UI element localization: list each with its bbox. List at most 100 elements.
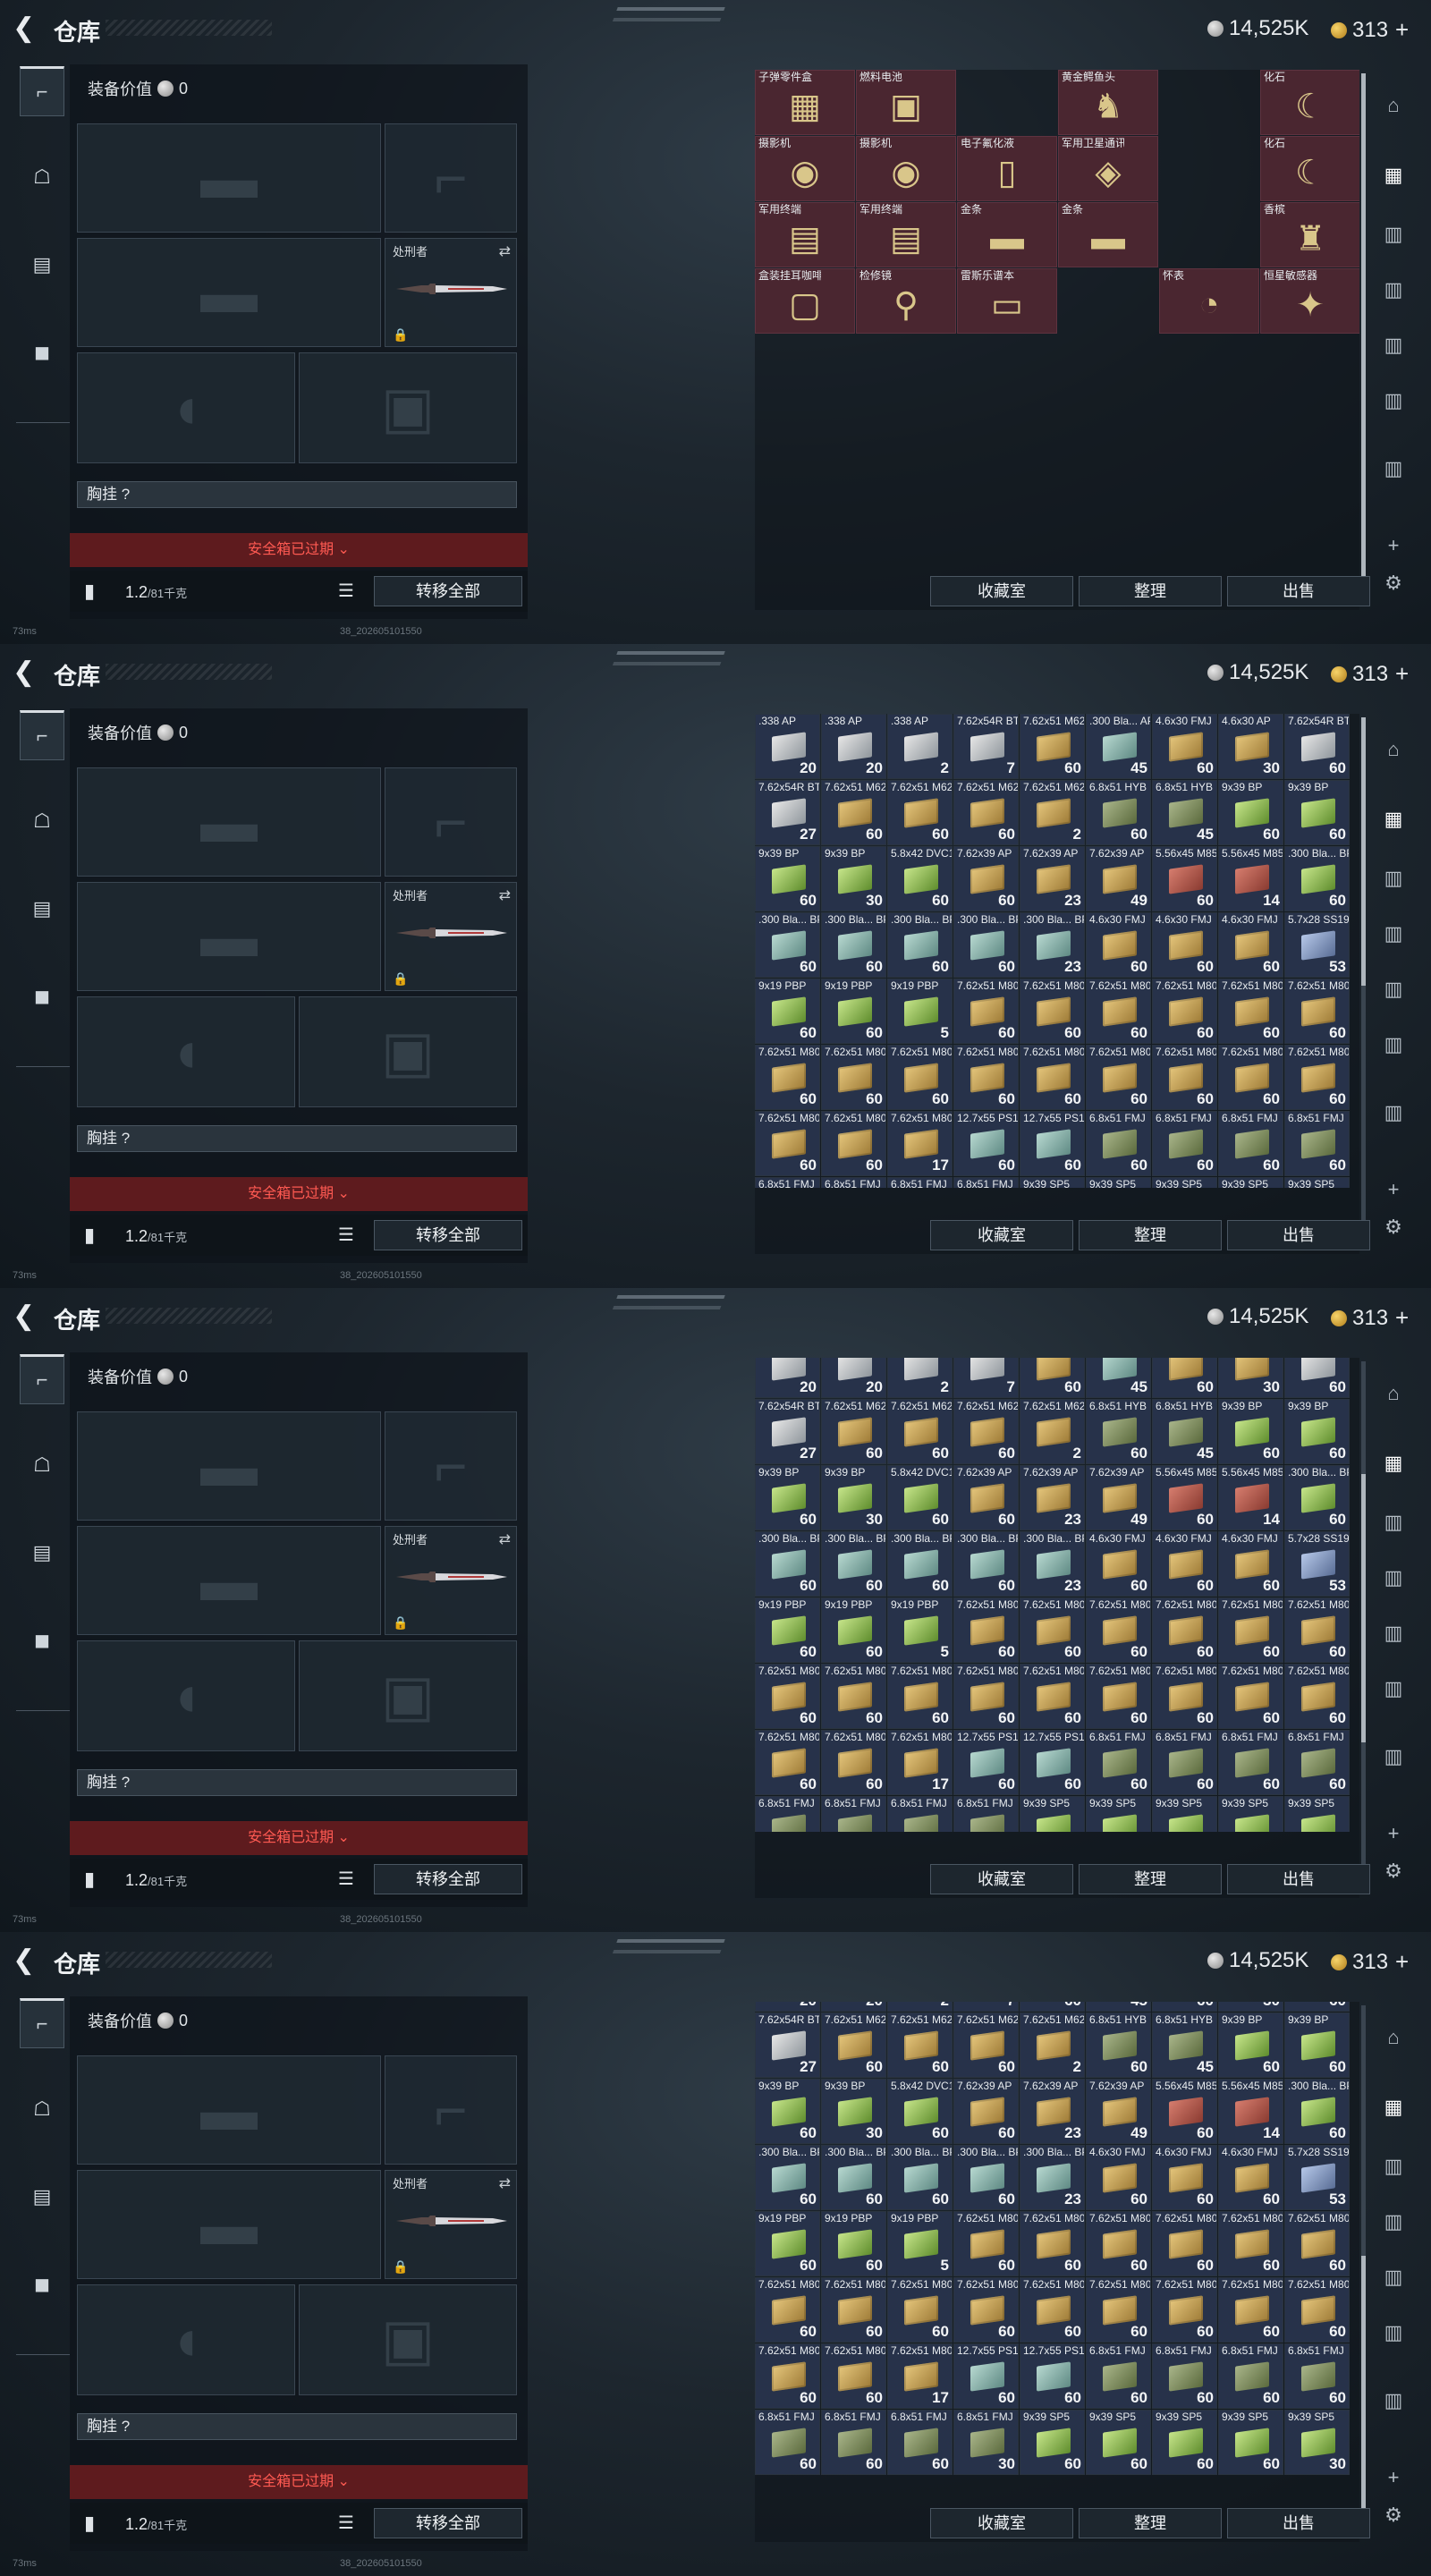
ammo-item[interactable]: 6.8x51 FMJ60 xyxy=(1086,1111,1151,1176)
valuable-item[interactable]: 盒装挂耳咖啡 ▢ xyxy=(755,268,855,334)
swap-icon[interactable]: ⇄ xyxy=(499,886,511,904)
ammo-item[interactable]: 7.62x39 AP 49 xyxy=(1086,1465,1151,1530)
secondary-weapon-slot[interactable]: ▬ xyxy=(77,882,381,991)
storage-4-icon[interactable]: ▥ xyxy=(1374,970,1413,1009)
valuable-item[interactable]: 燃料电池 ▣ xyxy=(856,70,956,135)
storage-2-icon[interactable]: ▥ xyxy=(1374,1503,1413,1542)
ammo-item[interactable]: 9x39 BP 30 xyxy=(821,2079,886,2144)
ammo-item[interactable]: .300 Bla... BP FMJ 60 xyxy=(953,1531,1019,1597)
ammo-item[interactable]: 7.62x39 AP 49 xyxy=(1086,2079,1151,2144)
storage-1-icon[interactable]: ▦ xyxy=(1374,1444,1413,1483)
storage-3-icon[interactable]: ▥ xyxy=(1374,2202,1413,2241)
ammo-item[interactable]: 5.56x45 M855 14 xyxy=(1218,846,1283,911)
storage-4-icon[interactable]: ▥ xyxy=(1374,2258,1413,2297)
secondary-weapon-slot[interactable]: ▬ xyxy=(77,238,381,347)
ammo-item[interactable]: 7.62x39 AP 49 xyxy=(1086,846,1151,911)
ammo-item[interactable]: .300 Bla... BP FMJ 60 xyxy=(821,2145,886,2210)
ammo-item[interactable]: 7.62x51 M80 60 xyxy=(1284,2211,1350,2276)
valuable-item[interactable]: 化石 ☾ xyxy=(1260,136,1359,201)
collection-button[interactable]: 收藏室 xyxy=(930,1864,1073,1894)
add-icon[interactable]: + xyxy=(1374,2458,1413,2497)
storage-scrollbar[interactable] xyxy=(1361,717,1366,1236)
valuable-item[interactable]: 怀表 ◔ xyxy=(1159,268,1259,334)
ammo-item[interactable]: 7.62x51 M62 2 xyxy=(1020,1399,1085,1464)
ammo-item[interactable]: 7.62x51 M80 60 xyxy=(953,979,1019,1044)
ammo-item[interactable]: 7.62x39 AP 23 xyxy=(1020,2079,1085,2144)
ammo-item[interactable]: .300 Bla... BP FMJ 60 xyxy=(755,2145,820,2210)
ammo-item[interactable]: 6.8x51 HYB 45 xyxy=(1152,1399,1217,1464)
ammo-item[interactable]: .300 Bla... BP FMJ 23 xyxy=(1020,912,1085,978)
ammo-item[interactable]: .300 Bla... BP FMJ 60 xyxy=(887,1531,953,1597)
ammo-item[interactable]: 7.62x54R BT60 xyxy=(1284,2002,1350,2012)
pistol-slot[interactable]: ⌐ xyxy=(385,2055,517,2165)
ammo-item[interactable]: 7.62x54R BT7 xyxy=(953,1358,1019,1398)
ammo-item[interactable]: 9x39 SP560 xyxy=(1218,1796,1283,1832)
list-icon[interactable]: ☰ xyxy=(338,2512,354,2534)
ammo-item[interactable]: 9x19 PBP 60 xyxy=(755,1597,820,1663)
ammo-item[interactable]: 5.7x28 SS190 53 xyxy=(1284,1531,1350,1597)
ammo-item[interactable]: 7.62x51 M80 60 xyxy=(1152,2211,1217,2276)
ammo-item[interactable]: 7.62x51 M6260 xyxy=(887,780,953,845)
gold-currency[interactable]: 313 + xyxy=(1331,16,1409,44)
chest-rig-slot[interactable]: 胸挂 ? xyxy=(77,481,517,508)
ammo-item[interactable]: 9x39 BP 60 xyxy=(755,1465,820,1530)
ammo-item[interactable]: 7.62x51 M6260 xyxy=(1020,1358,1085,1398)
ammo-item[interactable]: 6.8x51 FMJ60 xyxy=(755,2410,820,2475)
ammo-item[interactable]: 7.62x51 M80 60 xyxy=(887,2277,953,2343)
secondary-weapon-slot[interactable]: ▬ xyxy=(77,1526,381,1635)
list-icon[interactable]: ☰ xyxy=(338,1868,354,1890)
ammo-item[interactable]: 12.7x55 PS12A 60 xyxy=(1020,1111,1085,1176)
ammo-item[interactable]: 7.62x51 M80 60 xyxy=(821,1664,886,1729)
ammo-item[interactable]: 7.62x54R BT60 xyxy=(1284,714,1350,779)
back-arrow-icon[interactable]: ❮ xyxy=(13,1301,39,1333)
armor-slot[interactable]: ▣ xyxy=(299,2284,517,2395)
ammo-item[interactable]: .300 Bla... BP FMJ 23 xyxy=(1020,2145,1085,2210)
ammo-item[interactable]: 6.8x51 FMJ60 xyxy=(1284,1730,1350,1795)
ammo-item[interactable]: 9x19 PBP 60 xyxy=(755,2211,820,2276)
valuable-item[interactable]: 金条 ▬ xyxy=(1058,202,1158,267)
scroll-thumb[interactable] xyxy=(1361,717,1366,986)
valuable-item[interactable]: 化石 ☾ xyxy=(1260,70,1359,135)
ammo-item[interactable]: 9x39 SP560 xyxy=(1086,1177,1151,1188)
ammo-item[interactable]: 6.8x51 HYB 60 xyxy=(1086,780,1151,845)
melee-slot[interactable]: 处刑者 ⇄ 🔒 xyxy=(385,1526,517,1635)
ammo-item[interactable]: 9x39 SP530 xyxy=(1284,1796,1350,1832)
ammo-item[interactable]: 7.62x51 M80 60 xyxy=(755,1045,820,1110)
ammo-item[interactable]: .300 Bla... BP FMJ 23 xyxy=(1020,1531,1085,1597)
armor-slot[interactable]: ▣ xyxy=(299,1640,517,1751)
storage-2-icon[interactable]: ▥ xyxy=(1374,215,1413,254)
add-icon[interactable]: + xyxy=(1374,1814,1413,1853)
pistol-slot[interactable]: ⌐ xyxy=(385,1411,517,1521)
list-icon[interactable]: ☰ xyxy=(338,1224,354,1246)
ammo-item[interactable]: 7.62x51 M80 60 xyxy=(953,1664,1019,1729)
add-icon[interactable]: + xyxy=(1374,526,1413,565)
ammo-item[interactable]: 4.6x30 AP30 xyxy=(1218,714,1283,779)
add-currency-icon[interactable]: + xyxy=(1395,1948,1409,1976)
gold-currency[interactable]: 313 + xyxy=(1331,1304,1409,1332)
storage-6-icon[interactable]: ▥ xyxy=(1374,1093,1413,1132)
ammo-item[interactable]: 7.62x51 M80 60 xyxy=(1218,1045,1283,1110)
armor-slot[interactable]: ▣ xyxy=(299,352,517,463)
ammo-item[interactable]: 7.62x51 M80 60 xyxy=(1086,1597,1151,1663)
settings-icon[interactable]: ⚙ xyxy=(1374,2496,1413,2535)
ammo-item[interactable]: .338 AP 2 xyxy=(887,714,953,779)
ammo-item[interactable]: 4.6x30 FMJ60 xyxy=(1152,714,1217,779)
ammo-item[interactable]: 4.6x30 AP30 xyxy=(1218,2002,1283,2012)
transfer-all-button[interactable]: 转移全部 xyxy=(374,1864,522,1894)
storage-scrollbar[interactable] xyxy=(1361,2005,1366,2524)
secondary-weapon-slot[interactable]: ▬ xyxy=(77,2170,381,2279)
ammo-item[interactable]: 7.62x54R BT7 xyxy=(953,714,1019,779)
ammo-item[interactable]: 6.8x51 HYB 45 xyxy=(1152,2012,1217,2078)
organize-button[interactable]: 整理 xyxy=(1079,1864,1222,1894)
ammo-item[interactable]: 7.62x51 M6260 xyxy=(821,2012,886,2078)
scroll-thumb[interactable] xyxy=(1361,73,1366,592)
ammo-item[interactable]: 6.8x51 HYB 45 xyxy=(1152,780,1217,845)
ammo-item[interactable]: 9x19 PBP 60 xyxy=(821,1597,886,1663)
safe-box-expired[interactable]: 安全箱已过期 ⌄ xyxy=(70,533,528,567)
ammo-item[interactable]: 6.8x51 FMJ60 xyxy=(1152,2343,1217,2409)
ammo-item[interactable]: 4.6x30 FMJ60 xyxy=(1152,1358,1217,1398)
ammo-item[interactable]: 6.8x51 FMJ60 xyxy=(821,1177,886,1188)
ammo-item[interactable]: 7.62x51 M80 60 xyxy=(1020,1664,1085,1729)
ammo-item[interactable]: .300 Bla... AP45 xyxy=(1086,1358,1151,1398)
ammo-item[interactable]: 7.62x39 AP 60 xyxy=(953,2079,1019,2144)
